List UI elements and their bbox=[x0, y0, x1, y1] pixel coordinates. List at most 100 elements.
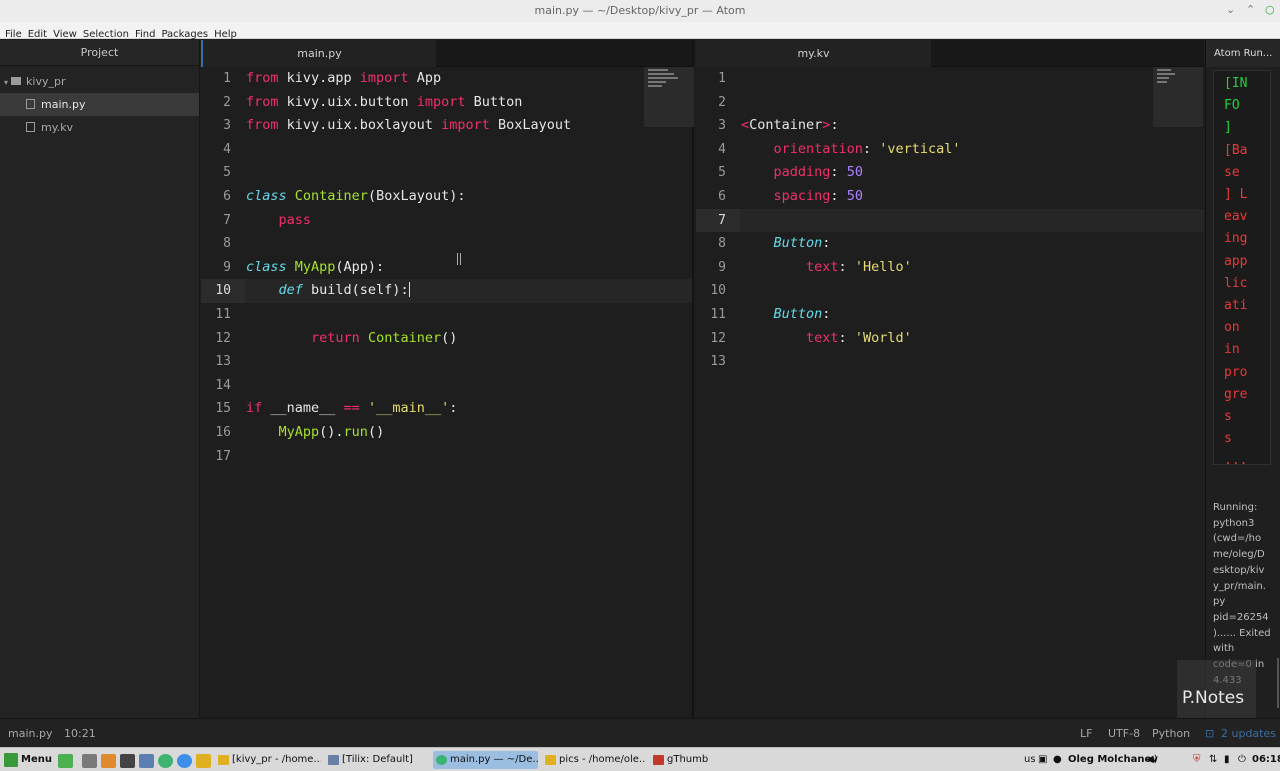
code-line[interactable]: 8 bbox=[201, 232, 692, 256]
code-text: class MyApp(App): bbox=[246, 258, 385, 275]
menu-edit[interactable]: Edit bbox=[25, 26, 50, 40]
line-number: 6 bbox=[223, 188, 231, 204]
code-line[interactable]: 13 bbox=[696, 350, 1204, 374]
file-label: my.kv bbox=[41, 121, 74, 134]
tree-file-main-py[interactable]: main.py bbox=[0, 93, 199, 116]
code-text: orientation: 'vertical' bbox=[773, 140, 961, 157]
taskbar-window-atom[interactable]: main.py — ~/De... bbox=[433, 751, 538, 769]
tree-folder-root[interactable]: ▾ kivy_pr bbox=[0, 70, 199, 93]
launcher-icon[interactable] bbox=[101, 754, 116, 768]
code-line[interactable]: 1 from kivy.app import App bbox=[201, 67, 692, 91]
status-grammar[interactable]: Python bbox=[1152, 727, 1190, 740]
status-line-ending[interactable]: LF bbox=[1080, 727, 1092, 740]
menu-packages[interactable]: Packages bbox=[158, 26, 211, 40]
line-number: 9 bbox=[223, 259, 231, 275]
code-line[interactable]: 9 class MyApp(App): bbox=[201, 256, 692, 280]
status-encoding[interactable]: UTF-8 bbox=[1108, 727, 1140, 740]
shield-icon[interactable]: ⛨ bbox=[1193, 751, 1201, 769]
code-line[interactable]: 4 bbox=[201, 138, 692, 162]
code-text: <Container>: bbox=[741, 117, 839, 134]
runner-scrollbar[interactable] bbox=[1277, 658, 1279, 708]
power-icon[interactable]: ⏻ bbox=[1238, 751, 1246, 769]
code-line[interactable]: 15 if __name__ == '__main__': bbox=[201, 397, 692, 421]
line-number: 2 bbox=[718, 94, 726, 110]
pnotes-label: P.Notes bbox=[1182, 688, 1245, 708]
code-line[interactable]: 17 bbox=[201, 445, 692, 469]
runner-output-prefix: [IN FO ] bbox=[1224, 76, 1248, 136]
volume-icon[interactable]: ◀) bbox=[1146, 751, 1158, 769]
menu-view[interactable]: View bbox=[50, 26, 80, 40]
status-file[interactable]: main.py bbox=[8, 727, 52, 740]
code-editor-left[interactable]: 1 from kivy.app import App 2 from kivy.uix.… bbox=[201, 67, 692, 718]
tab-main-py[interactable]: main.py bbox=[201, 40, 436, 67]
tree-file-my-kv[interactable]: my.kv bbox=[0, 116, 199, 139]
code-line[interactable]: 8 Button: bbox=[696, 232, 1204, 256]
code-line[interactable]: 10 bbox=[696, 279, 1204, 303]
menu-file[interactable]: File bbox=[0, 26, 25, 40]
minimize-icon[interactable]: ⌄ bbox=[1226, 3, 1235, 16]
close-icon[interactable]: ○ bbox=[1265, 3, 1275, 16]
code-line[interactable]: 5 padding: 50 bbox=[696, 161, 1204, 185]
line-number: 5 bbox=[223, 165, 231, 181]
editor-pane-right[interactable]: my.kv 1 2 3 <Container>: 4 orientation: 'ver… bbox=[696, 40, 1204, 718]
maximize-icon[interactable]: ⌃ bbox=[1246, 3, 1255, 16]
code-line[interactable]: 11 Button: bbox=[696, 303, 1204, 327]
runner-title[interactable]: Atom Run... bbox=[1206, 40, 1280, 67]
menu-selection[interactable]: Selection bbox=[80, 26, 132, 40]
line-number: 1 bbox=[223, 71, 231, 86]
launcher-icon[interactable] bbox=[82, 754, 97, 768]
editor-pane-left[interactable]: main.py 1 from kivy.app import App 2 from k… bbox=[201, 40, 694, 718]
launcher-icon[interactable] bbox=[139, 754, 154, 768]
code-line[interactable]: 14 bbox=[201, 374, 692, 398]
updates-icon[interactable]: ⊡ bbox=[1205, 727, 1214, 740]
terminal-icon bbox=[328, 755, 339, 765]
code-line[interactable]: 9 text: 'Hello' bbox=[696, 256, 1204, 280]
terminal-icon[interactable] bbox=[120, 754, 135, 768]
code-text: def build(self): bbox=[278, 282, 410, 299]
line-number: 17 bbox=[215, 448, 231, 464]
code-line[interactable]: 12 text: 'World' bbox=[696, 327, 1204, 351]
code-line[interactable]: 13 bbox=[201, 350, 692, 374]
tree-view-header[interactable]: Project bbox=[0, 40, 199, 66]
code-line[interactable]: 10 def build(self): bbox=[201, 279, 692, 303]
code-line[interactable]: 5 bbox=[201, 161, 692, 185]
tab-my-kv[interactable]: my.kv bbox=[696, 40, 931, 67]
taskbar-window-pics[interactable]: pics - /home/ole... bbox=[542, 751, 646, 769]
line-number: 12 bbox=[215, 330, 231, 346]
status-updates[interactable]: 2 updates bbox=[1221, 727, 1276, 740]
taskbar-window-tilix[interactable]: [Tilix: Default] bbox=[325, 751, 429, 769]
code-line[interactable]: 1 bbox=[696, 67, 1204, 91]
code-line[interactable]: 12 return Container() bbox=[201, 327, 692, 351]
start-menu-button[interactable]: Menu bbox=[2, 751, 52, 769]
atom-icon bbox=[436, 755, 447, 765]
code-line[interactable]: 7 bbox=[696, 208, 1204, 233]
line-number: 7 bbox=[223, 212, 231, 228]
battery-icon[interactable]: ▮ bbox=[1224, 751, 1230, 769]
status-cursor-position[interactable]: 10:21 bbox=[64, 727, 96, 740]
code-editor-right[interactable]: 1 2 3 <Container>: 4 orientation: 'vertical'… bbox=[696, 67, 1204, 718]
taskbar-window-gthumb[interactable]: gThumb bbox=[650, 751, 730, 769]
code-line[interactable]: 6 spacing: 50 bbox=[696, 185, 1204, 209]
code-text: spacing: 50 bbox=[773, 187, 863, 204]
browser-icon[interactable] bbox=[158, 754, 173, 768]
menu-find[interactable]: Find bbox=[132, 26, 159, 40]
launcher-icon[interactable] bbox=[177, 754, 192, 768]
user-name[interactable]: Oleg Molchanov bbox=[1068, 751, 1158, 769]
code-line[interactable]: 3 <Container>: bbox=[696, 114, 1204, 138]
code-line[interactable]: 11 bbox=[201, 303, 692, 327]
files-icon[interactable] bbox=[196, 754, 211, 768]
code-line[interactable]: 7 pass bbox=[201, 209, 692, 233]
network-icon[interactable]: ⇅ bbox=[1209, 751, 1217, 769]
code-line[interactable]: 2 from kivy.uix.button import Button bbox=[201, 91, 692, 115]
keyboard-layout[interactable]: us bbox=[1024, 751, 1036, 769]
show-desktop-icon[interactable] bbox=[58, 754, 73, 768]
menu-help[interactable]: Help bbox=[211, 26, 240, 40]
taskbar-window-kivy-pr[interactable]: [kivy_pr - /home... bbox=[215, 751, 321, 769]
code-line[interactable]: 6 class Container(BoxLayout): bbox=[201, 185, 692, 209]
code-line[interactable]: 16 MyApp().run() bbox=[201, 421, 692, 445]
code-line[interactable]: 3 from kivy.uix.boxlayout import BoxLayou… bbox=[201, 114, 692, 138]
code-line[interactable]: 2 bbox=[696, 91, 1204, 115]
code-line[interactable]: 4 orientation: 'vertical' bbox=[696, 138, 1204, 162]
line-number: 13 bbox=[710, 354, 726, 370]
clipboard-icon[interactable]: ▣ bbox=[1038, 751, 1047, 769]
